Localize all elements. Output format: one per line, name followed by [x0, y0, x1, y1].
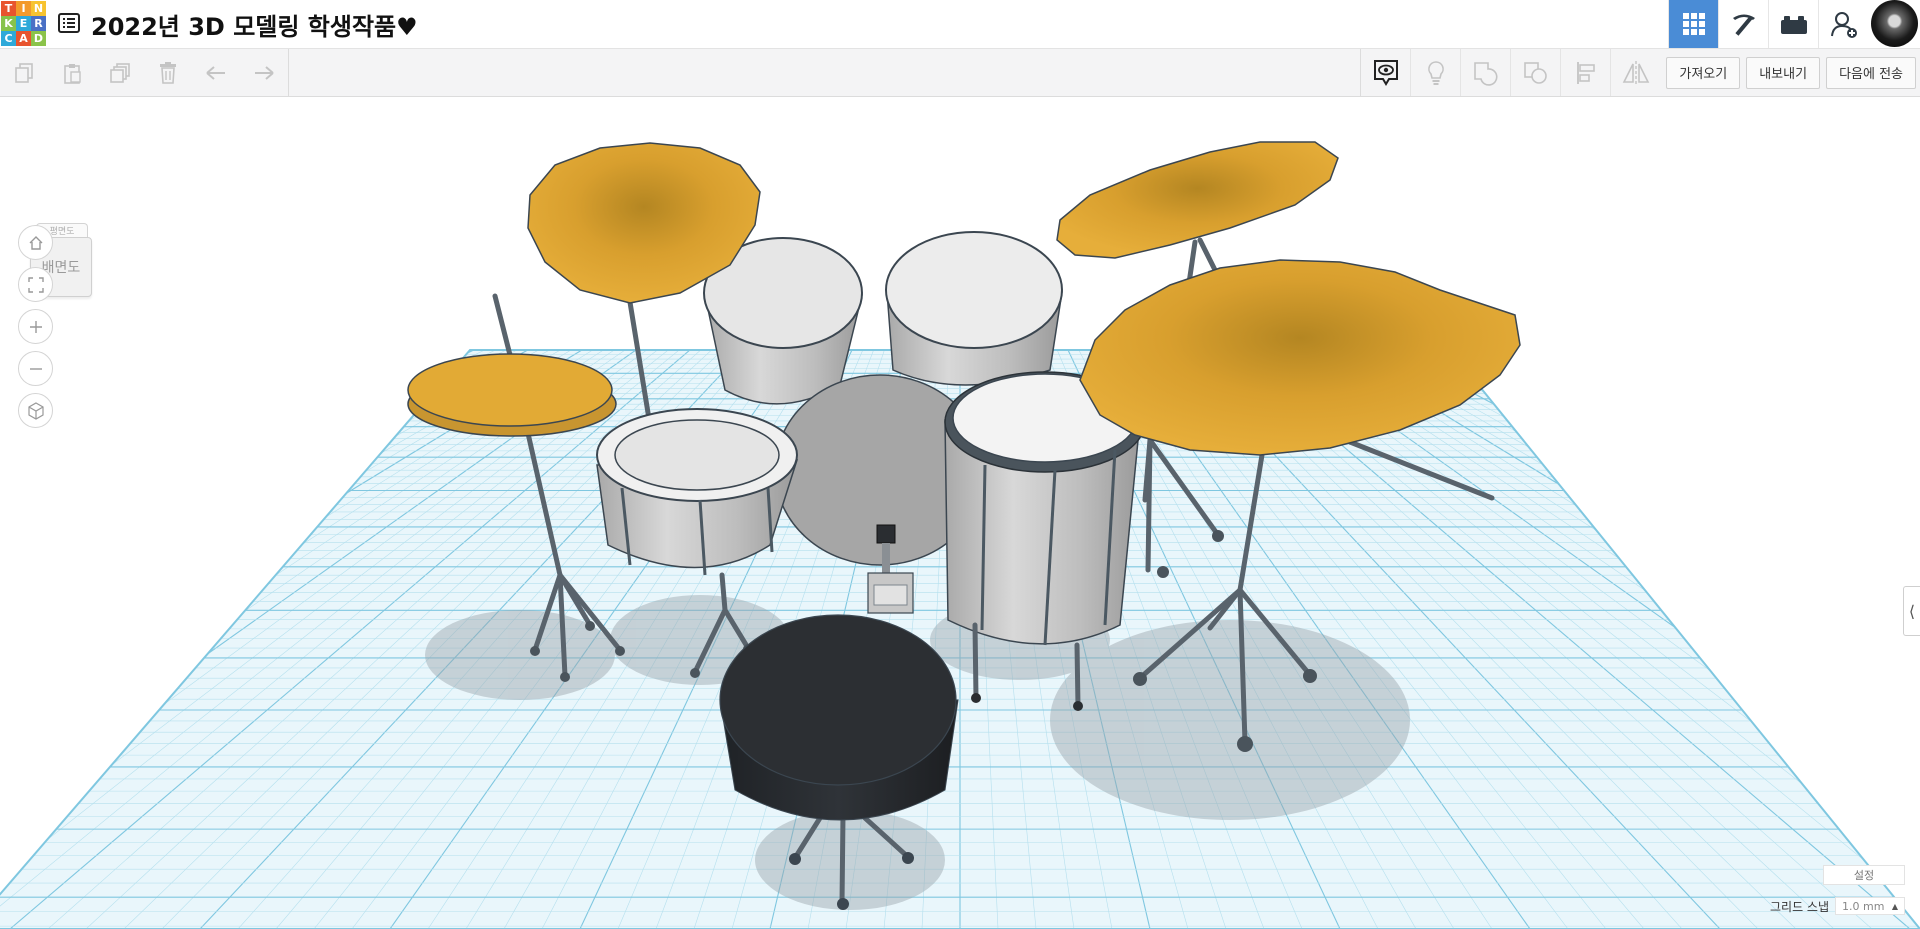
list-icon[interactable] [58, 12, 80, 34]
send-to-button[interactable]: 다음에 전송 [1826, 56, 1916, 89]
notes-visibility-icon[interactable] [1360, 49, 1410, 96]
perspective-icon[interactable] [18, 393, 53, 428]
fit-all-icon[interactable] [18, 267, 53, 302]
bricks-icon[interactable] [1768, 0, 1818, 48]
caret-up-icon: ▲ [1891, 901, 1898, 911]
grid-view-icon[interactable] [1668, 0, 1718, 48]
edit-toolbar: 가져오기 내보내기 다음에 전송 [0, 49, 1920, 97]
export-button[interactable]: 내보내기 [1746, 56, 1821, 89]
logo-letter: C [1, 31, 16, 46]
group-icon[interactable] [1460, 49, 1510, 96]
undo-icon[interactable] [192, 49, 240, 96]
grid-snap-select[interactable]: 1.0 mm ▲ [1835, 897, 1905, 915]
zoom-in-icon[interactable] [18, 309, 53, 344]
logo-letter: N [31, 1, 46, 16]
paste-icon[interactable] [48, 49, 96, 96]
grid-snap-control: 그리드 스냅 1.0 mm ▲ [1770, 896, 1905, 916]
logo-letter: I [16, 1, 31, 16]
grid-snap-value: 1.0 mm [1842, 899, 1885, 913]
grid-snap-label: 그리드 스냅 [1769, 899, 1829, 914]
tom-right[interactable] [885, 231, 1063, 386]
top-bar: TINKERCAD 2022년 3D 모델링 학생작품♥ [0, 0, 1920, 49]
duplicate-icon[interactable] [96, 49, 144, 96]
shape-actions: 가져오기 내보내기 다음에 전송 [1360, 49, 1920, 96]
import-button[interactable]: 가져오기 [1666, 56, 1741, 89]
logo-letter: D [31, 31, 46, 46]
collapse-panel-icon[interactable]: ⟨ [1903, 586, 1920, 636]
settings-button[interactable]: 설정 [1823, 865, 1905, 885]
top-right-controls [1668, 0, 1920, 48]
logo-letter: E [16, 16, 31, 31]
toolbar-divider [288, 49, 289, 96]
logo-letter: R [31, 16, 46, 31]
delete-icon[interactable] [144, 49, 192, 96]
tinkercad-logo[interactable]: TINKERCAD [1, 1, 46, 46]
pickaxe-icon[interactable] [1718, 0, 1768, 48]
ungroup-icon[interactable] [1510, 49, 1560, 96]
home-view-icon[interactable] [18, 225, 53, 260]
logo-letter: A [16, 31, 31, 46]
logo-letter: K [1, 16, 16, 31]
3d-scene[interactable] [0, 97, 1920, 929]
hi-hat[interactable] [407, 353, 617, 437]
logo-letter: T [1, 1, 16, 16]
zoom-out-icon[interactable] [18, 351, 53, 386]
workplane[interactable]: 평면도 배면도 ⟨ [0, 97, 1920, 929]
light-bulb-icon[interactable] [1410, 49, 1460, 96]
edit-actions [0, 49, 289, 96]
add-user-icon[interactable] [1818, 0, 1868, 48]
mirror-icon[interactable] [1610, 49, 1660, 96]
user-avatar[interactable] [1871, 0, 1918, 47]
copy-icon[interactable] [0, 49, 48, 96]
design-title[interactable]: 2022년 3D 모델링 학생작품♥ [91, 7, 418, 42]
align-icon[interactable] [1560, 49, 1610, 96]
redo-icon[interactable] [240, 49, 288, 96]
